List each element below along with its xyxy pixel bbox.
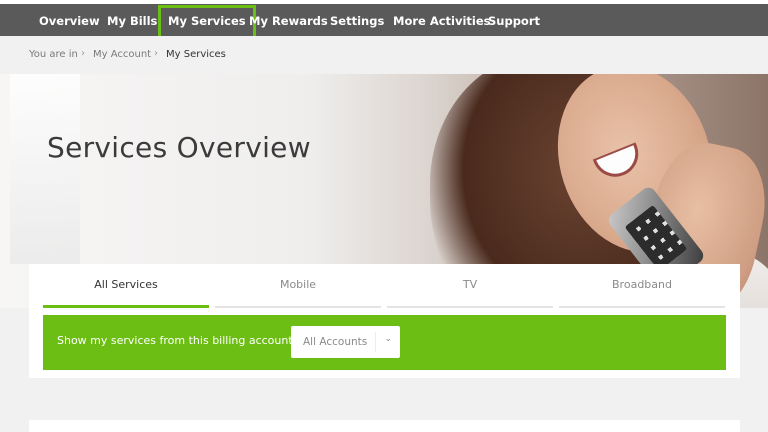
nav-item-overview[interactable]: Overview [39, 8, 100, 36]
select-divider [375, 332, 376, 352]
billing-account-filter: Show my services from this billing accou… [43, 315, 726, 370]
chevron-right-icon: › [154, 48, 158, 59]
top-navigation-bar: Overview My Bills My Services My Rewards… [0, 4, 768, 39]
select-value: All Accounts [303, 336, 368, 348]
breadcrumb-current: My Services [166, 49, 226, 60]
breadcrumb-link-my-account[interactable]: My Account [93, 49, 151, 60]
nav-item-my-services[interactable]: My Services [158, 5, 256, 39]
chevron-right-icon: › [81, 48, 85, 59]
hero-background-window [10, 74, 80, 264]
tab-all-services[interactable]: All Services [43, 264, 209, 308]
filter-label: Show my services from this billing accou… [57, 334, 300, 347]
page-title: Services Overview [47, 131, 311, 164]
nav-item-support[interactable]: Support [488, 8, 540, 36]
tab-broadband[interactable]: Broadband [559, 264, 725, 308]
breadcrumb: You are in › My Account › My Services [0, 36, 768, 74]
services-list-card [29, 420, 740, 432]
chevron-down-icon: ⌄ [384, 334, 392, 344]
services-panel: All Services Mobile TV Broadband Show my… [29, 264, 740, 378]
top-navigation: Overview My Bills My Services My Rewards… [0, 0, 768, 39]
nav-item-settings[interactable]: Settings [330, 8, 384, 36]
tab-mobile[interactable]: Mobile [215, 264, 381, 308]
breadcrumb-prefix: You are in [29, 49, 78, 60]
tab-tv[interactable]: TV [387, 264, 553, 308]
billing-account-select[interactable]: All Accounts ⌄ [291, 326, 400, 358]
nav-item-my-rewards[interactable]: My Rewards [249, 8, 328, 36]
nav-item-my-bills[interactable]: My Bills [107, 8, 157, 36]
nav-item-more-activities[interactable]: More Activities [393, 8, 491, 36]
